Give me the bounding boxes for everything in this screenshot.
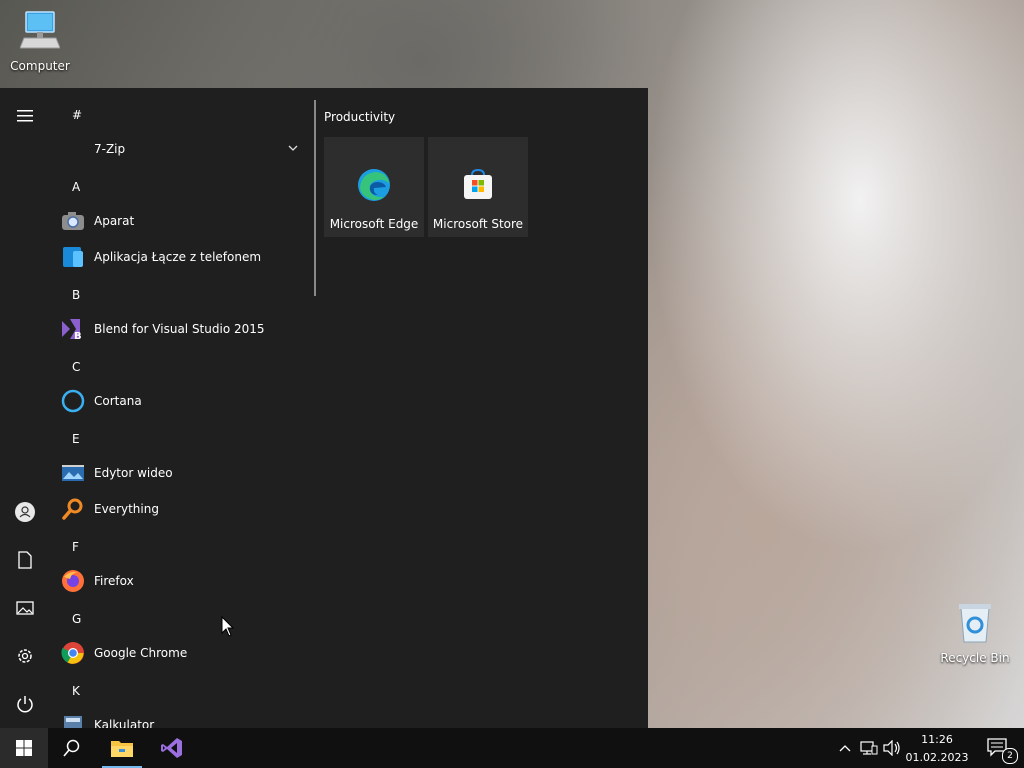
start-button[interactable] — [0, 728, 48, 768]
search-button[interactable] — [48, 728, 96, 768]
action-center-button[interactable]: 2 — [978, 728, 1018, 768]
app-item-blend[interactable]: B Blend for Visual Studio 2015 — [60, 312, 310, 346]
pictures-icon — [16, 601, 34, 615]
expand-menu-button[interactable] — [0, 96, 50, 136]
app-item-7zip[interactable]: 7-Zip — [60, 132, 310, 166]
file-explorer-icon — [111, 741, 133, 757]
app-item-cortana[interactable]: Cortana — [60, 384, 310, 418]
file-explorer-button[interactable] — [98, 728, 146, 768]
letter-header[interactable]: B — [72, 288, 80, 302]
clock-time: 11:26 — [921, 733, 953, 746]
mouse-cursor-icon — [221, 616, 235, 637]
start-rail — [0, 88, 50, 728]
video-editor-icon — [60, 460, 86, 486]
app-item-firefox[interactable]: Firefox — [60, 564, 310, 598]
volume-button[interactable] — [882, 738, 902, 758]
letter-header[interactable]: A — [72, 180, 80, 194]
chevron-down-icon[interactable] — [288, 144, 298, 152]
app-label: Everything — [94, 502, 159, 516]
computer-icon — [19, 11, 61, 49]
everything-icon — [60, 496, 86, 522]
start-menu: # 7-Zip A Aparat Aplikacja Łącze z telef… — [0, 88, 648, 728]
app-label: 7-Zip — [94, 142, 126, 156]
clock[interactable]: 11:26 01.02.2023 — [904, 728, 970, 768]
phone-link-icon — [60, 244, 86, 270]
app-item-everything[interactable]: Everything — [60, 492, 310, 526]
tile-label: Microsoft Store — [432, 217, 524, 231]
app-item-aparat[interactable]: Aparat — [60, 204, 310, 238]
tile-microsoft-store[interactable]: Microsoft Store — [428, 137, 528, 237]
power-icon — [17, 696, 33, 713]
svg-text:B: B — [74, 331, 82, 341]
network-icon — [860, 741, 878, 755]
app-item-video-editor[interactable]: Edytor wideo — [60, 456, 310, 490]
app-label: Cortana — [94, 394, 142, 408]
app-item-chrome[interactable]: Google Chrome — [60, 636, 310, 670]
app-label: Google Chrome — [94, 646, 188, 660]
app-label: Kalkulator — [94, 718, 155, 728]
app-label: Blend for Visual Studio 2015 — [94, 322, 265, 336]
blend-icon: B — [60, 316, 86, 342]
cortana-icon — [60, 388, 86, 414]
taskbar: 11:26 01.02.2023 2 — [0, 728, 1024, 768]
user-account-button[interactable] — [0, 492, 50, 532]
volume-icon — [883, 740, 900, 756]
tile-label: Microsoft Edge — [329, 217, 419, 231]
tiles-area: Productivity Microsoft Edge Microsoft St… — [324, 88, 644, 728]
letter-header[interactable]: E — [72, 432, 80, 446]
tile-group-title[interactable]: Productivity — [324, 110, 395, 124]
calculator-icon — [60, 712, 86, 728]
network-button[interactable] — [859, 738, 879, 758]
visual-studio-button[interactable] — [148, 728, 196, 768]
notification-count-badge: 2 — [1002, 748, 1018, 764]
desktop-icon-computer[interactable]: Computer — [0, 8, 80, 73]
letter-header[interactable]: F — [72, 540, 79, 554]
desktop-icon-label: Recycle Bin — [940, 651, 1010, 665]
recycle-bin-icon — [959, 604, 991, 643]
letter-header[interactable]: # — [72, 108, 82, 122]
camera-icon — [60, 208, 86, 234]
app-item-phone-link[interactable]: Aplikacja Łącze z telefonem — [60, 240, 310, 274]
app-list: # 7-Zip A Aparat Aplikacja Łącze z telef… — [50, 88, 312, 728]
app-label: Aplikacja Łącze z telefonem — [94, 250, 262, 264]
app-item-calculator[interactable]: Kalkulator — [60, 708, 310, 728]
show-hidden-icons-button[interactable] — [835, 738, 855, 758]
settings-button[interactable] — [0, 636, 50, 676]
app-label: Edytor wideo — [94, 466, 173, 480]
folder-icon — [60, 136, 86, 162]
chevron-up-icon — [839, 745, 851, 752]
edge-icon — [358, 169, 390, 201]
letter-header[interactable]: C — [72, 360, 80, 374]
app-label: Firefox — [94, 574, 134, 588]
chrome-icon — [60, 640, 86, 666]
letter-header[interactable]: K — [72, 684, 80, 698]
user-icon — [15, 502, 35, 522]
visual-studio-icon — [161, 738, 182, 758]
letter-header[interactable]: G — [72, 612, 81, 626]
firefox-icon — [60, 568, 86, 594]
desktop-icon-label: Computer — [10, 59, 70, 73]
tile-microsoft-edge[interactable]: Microsoft Edge — [324, 137, 424, 237]
documents-button[interactable] — [0, 540, 50, 580]
pictures-button[interactable] — [0, 588, 50, 628]
search-icon — [63, 739, 80, 757]
store-icon — [464, 168, 492, 199]
app-label: Aparat — [94, 214, 135, 228]
documents-icon — [18, 551, 32, 569]
settings-icon — [18, 649, 32, 663]
power-button[interactable] — [0, 684, 50, 724]
app-list-scrollbar[interactable] — [314, 100, 316, 296]
desktop-icon-recycle-bin[interactable]: Recycle Bin — [935, 600, 1015, 665]
start-icon — [16, 740, 32, 756]
hamburger-icon — [17, 110, 33, 122]
clock-date: 01.02.2023 — [905, 751, 969, 764]
